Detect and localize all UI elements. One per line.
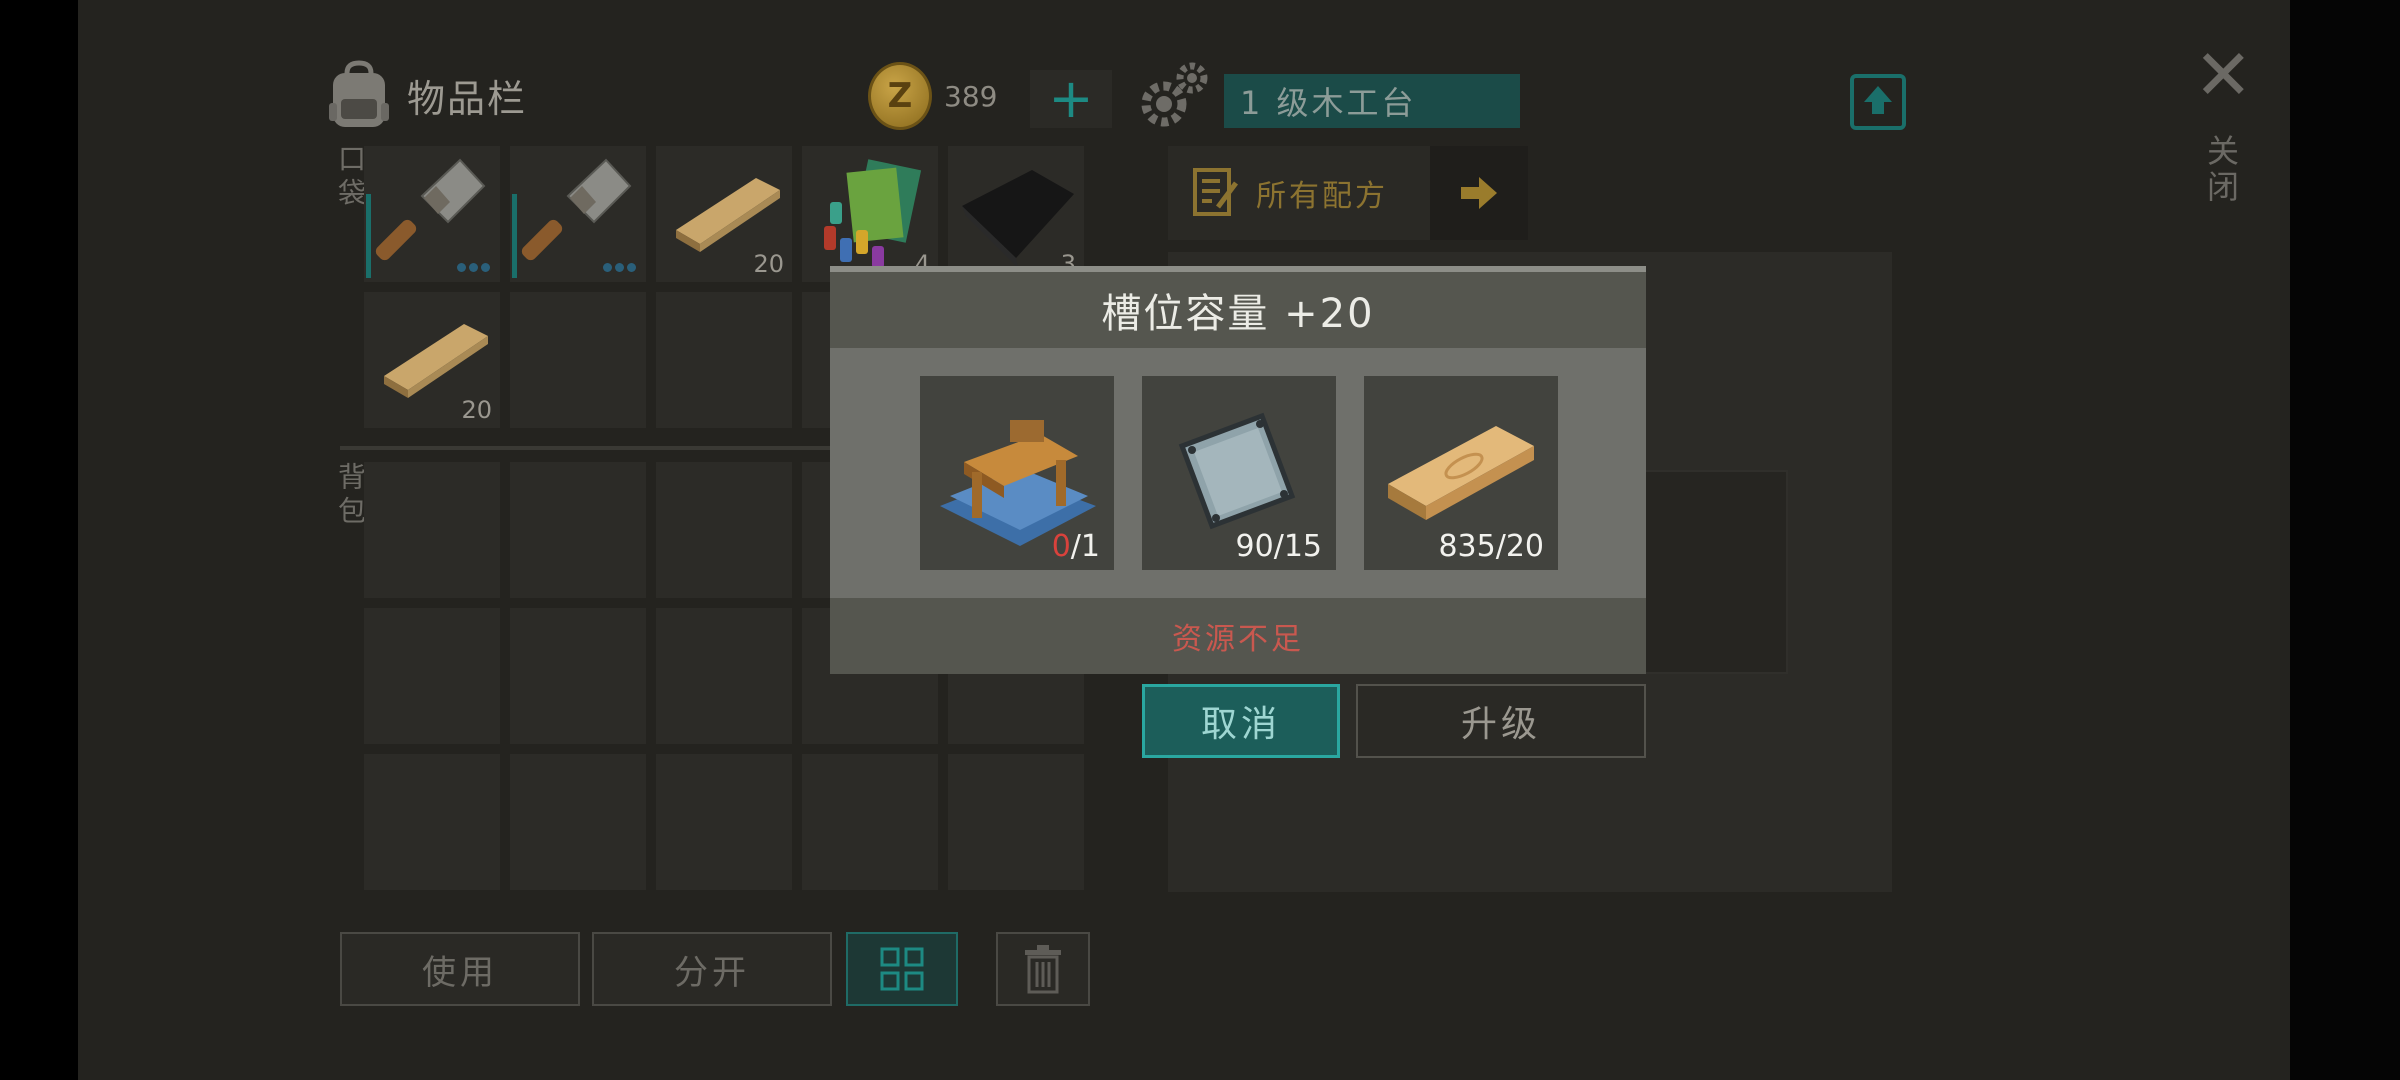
inventory-slot[interactable] [948, 754, 1084, 890]
delete-button[interactable] [996, 932, 1090, 1006]
add-coins-button[interactable]: + [1030, 70, 1112, 128]
inventory-slot[interactable] [364, 608, 500, 744]
requirement-slot[interactable]: 0/1 [920, 376, 1114, 570]
plus-icon: + [1048, 67, 1094, 130]
inventory-slot[interactable]: 4 [802, 146, 938, 282]
close-icon[interactable]: ✕ [2194, 40, 2253, 110]
quality-dots [457, 263, 490, 272]
trash-icon [1025, 945, 1061, 994]
inventory-slot[interactable]: 20 [364, 292, 500, 428]
requirement-slot[interactable]: 90/15 [1142, 376, 1336, 570]
recipes-next-button[interactable] [1430, 146, 1528, 240]
right-edge [2290, 0, 2400, 1080]
inventory-header: 物品栏 [325, 55, 527, 135]
inventory-slot[interactable] [510, 754, 646, 890]
item-count: 20 [461, 396, 492, 424]
inventory-slot[interactable] [656, 608, 792, 744]
workbench-title: 1 级木工台 [1224, 74, 1520, 128]
coin-amount: 389 [944, 79, 998, 113]
inventory-slot[interactable] [656, 462, 792, 598]
requirement-slot[interactable]: 835/20 [1364, 376, 1558, 570]
inventory-slot[interactable] [364, 146, 500, 282]
inventory-slot[interactable] [364, 754, 500, 890]
cancel-button[interactable]: 取消 [1142, 684, 1340, 758]
inventory-slot[interactable] [656, 754, 792, 890]
inventory-slot[interactable] [510, 608, 646, 744]
inventory-slot[interactable] [656, 292, 792, 428]
upgrade-dialog: 槽位容量 +20 0/1 90/15 835/20 资源不足 [830, 266, 1646, 674]
requirement-amount: 0/1 [1051, 529, 1100, 564]
cleaver-icon [375, 158, 486, 261]
upload-icon[interactable] [1850, 74, 1906, 130]
inventory-slot[interactable] [510, 292, 646, 428]
inventory-slot[interactable]: 20 [656, 146, 792, 282]
inventory-slot[interactable] [802, 754, 938, 890]
backpack-icon [329, 60, 389, 127]
arrow-up-icon [1864, 86, 1892, 114]
close-label[interactable]: 关闭 [2198, 134, 2244, 206]
sort-button[interactable] [846, 932, 958, 1006]
inventory-title: 物品栏 [407, 76, 528, 121]
cleaver-icon [521, 158, 632, 261]
insufficient-resources-text: 资源不足 [830, 598, 1646, 674]
upgrade-button[interactable]: 升级 [1356, 684, 1646, 758]
durability-bar [366, 194, 371, 278]
dialog-title: 槽位容量 +20 [830, 272, 1646, 348]
durability-bar [512, 194, 517, 278]
inventory-slot[interactable] [510, 462, 646, 598]
inventory-slot[interactable] [364, 462, 500, 598]
inventory-slot[interactable] [510, 146, 646, 282]
requirement-amount: 835/20 [1438, 529, 1544, 564]
recipe-note-icon [1193, 168, 1238, 216]
all-recipes-button[interactable]: 所有配方 [1168, 146, 1430, 240]
coin-balance: Z 389 [868, 62, 997, 130]
grid-sort-icon [880, 947, 924, 991]
coin-icon: Z [868, 62, 932, 130]
arrow-right-icon [1461, 177, 1497, 209]
quality-dots [603, 263, 636, 272]
gears-icon [1141, 62, 1208, 127]
requirement-amount: 90/15 [1235, 529, 1322, 564]
inventory-slot[interactable]: 3 [948, 146, 1084, 282]
all-recipes-label: 所有配方 [1256, 179, 1388, 214]
item-count: 20 [753, 250, 784, 278]
split-button[interactable]: 分开 [592, 932, 832, 1006]
use-button[interactable]: 使用 [340, 932, 580, 1006]
